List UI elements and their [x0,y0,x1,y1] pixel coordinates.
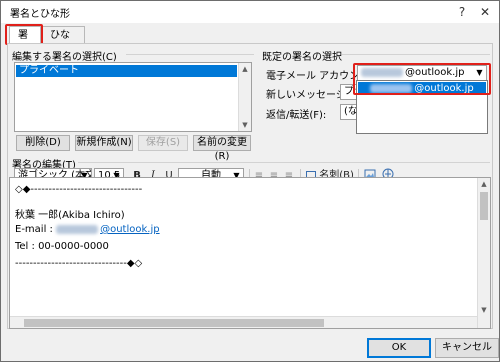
scrollbar-thumb[interactable] [480,192,488,220]
group-divider [126,54,254,55]
highlight-frame-account [353,63,491,95]
list-item[interactable]: プライベート [16,65,237,77]
default-signature-label: 既定の署名の選択 [262,52,342,63]
save-button[interactable]: 保存(S) [138,135,188,151]
scroll-down-icon[interactable]: ▼ [478,304,490,316]
signature-list[interactable]: プライベート ▲ ▼ [14,62,252,132]
bottom-rule-line: -------------------------------◆◇ [15,258,143,269]
editor-horizontal-scrollbar[interactable] [10,316,477,328]
select-signature-label: 編集する署名の選択(C) [12,52,117,63]
signature-editor[interactable]: ◇◆------------------------------- 秋葉 一郎(… [9,177,491,329]
scrollbar-thumb[interactable] [24,319,324,327]
tab-stationery[interactable]: ひな形 [41,26,85,58]
editor-vertical-scrollbar[interactable]: ▲ ▼ [477,178,490,328]
close-icon[interactable]: ✕ [474,2,496,22]
signatures-dialog: 署名とひな形 ? ✕ 署名 ひな形 編集する署名の選択(C) プライベート ▲ … [0,0,500,362]
window-title: 署名とひな形 [10,9,70,20]
cancel-button[interactable]: キャンセル [435,338,499,358]
scroll-up-icon[interactable]: ▲ [239,63,251,75]
reply-forward-label: 返信/転送(F): [266,110,327,121]
email-link[interactable]: @outlook.jp [100,224,160,235]
tel-line: Tel : 00-0000-0000 [15,241,109,252]
delete-button[interactable]: 削除(D) [16,135,70,151]
email-prefix: E-mail : [15,224,57,235]
ok-button[interactable]: OK [367,338,431,358]
scroll-up-icon[interactable]: ▲ [478,178,490,190]
group-divider [342,54,490,55]
email-line: E-mail : @outlook.jp [15,224,160,235]
name-line: 秋葉 一郎(Akiba Ichiro) [15,210,125,221]
rename-button[interactable]: 名前の変更(R) [193,135,251,162]
list-scrollbar[interactable]: ▲ ▼ [238,63,251,131]
scroll-down-icon[interactable]: ▼ [239,119,251,131]
highlight-frame-tab [5,24,43,45]
title-bar: 署名とひな形 ? ✕ [1,1,499,23]
email-redacted [56,224,99,234]
new-button[interactable]: 新規作成(N) [75,135,133,151]
help-icon[interactable]: ? [451,2,473,22]
group-divider [78,162,490,163]
top-rule-line: ◇◆------------------------------- [15,184,143,195]
